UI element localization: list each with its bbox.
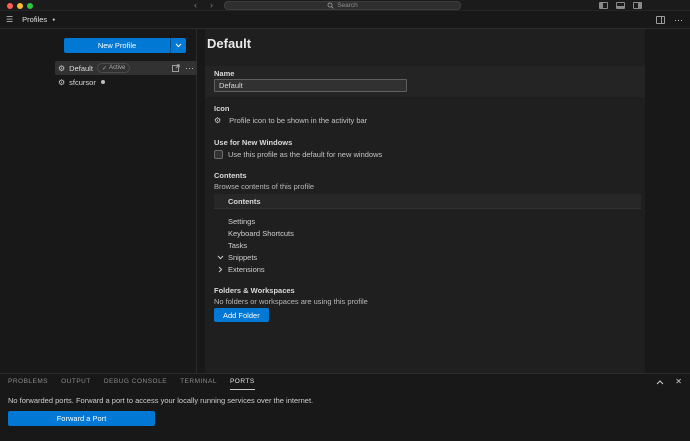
ports-empty-message: No forwarded ports. Forward a port to ac… <box>8 396 314 405</box>
tab-problems[interactable]: PROBLEMS <box>8 374 48 390</box>
gear-icon: ⚙ <box>58 77 66 87</box>
forward-port-button[interactable]: Forward a Port <box>8 411 155 426</box>
tree-row-snippets[interactable]: Snippets <box>214 251 641 263</box>
contents-section-label: Contents <box>214 171 247 180</box>
gear-icon[interactable]: ⚙ <box>214 116 221 125</box>
titlebar: ‹ › Search <box>0 0 690 11</box>
tab-profiles[interactable]: Profiles <box>22 15 47 24</box>
new-profile-button[interactable]: New Profile <box>64 38 170 53</box>
editor-more-actions-icon[interactable]: ⋯ <box>674 15 683 24</box>
tab-ports[interactable]: PORTS <box>229 374 255 390</box>
folders-section-description: No folders or workspaces are using this … <box>214 297 368 306</box>
default-profile-checkbox-row: Use this profile as the default for new … <box>214 150 382 159</box>
name-section: Name <box>205 66 645 97</box>
panel-tabs: PROBLEMS OUTPUT DEBUG CONSOLE TERMINAL P… <box>8 374 255 390</box>
zoom-window-button[interactable] <box>27 2 33 9</box>
toggle-primary-sidebar-icon[interactable] <box>599 2 608 9</box>
toggle-secondary-sidebar-icon[interactable] <box>633 2 642 9</box>
contents-section-description: Browse contents of this profile <box>214 182 315 191</box>
new-profile-split-button: New Profile <box>64 38 186 53</box>
tab-debug-console[interactable]: DEBUG CONSOLE <box>104 374 167 390</box>
search-placeholder: Search <box>337 2 358 9</box>
panel-actions: ✕ <box>656 377 682 387</box>
vscode-profiles-window: ‹ › Search ☰ Profiles ● ⋯ New Profile ⚙ … <box>0 0 690 441</box>
contents-header-label: Contents <box>228 196 261 206</box>
profile-name-input[interactable] <box>214 79 407 92</box>
new-windows-section-label: Use for New Windows <box>214 138 293 147</box>
profile-name: sfcursor <box>69 77 96 87</box>
profile-dot-indicator <box>100 80 105 84</box>
tab-terminal[interactable]: TERMINAL <box>180 374 217 390</box>
history-back-icon[interactable]: ‹ <box>194 0 197 11</box>
chevron-down-icon <box>217 255 223 259</box>
profile-title: Default <box>207 36 252 51</box>
bottom-panel: PROBLEMS OUTPUT DEBUG CONSOLE TERMINAL P… <box>0 373 690 441</box>
icon-section-label: Icon <box>214 104 230 113</box>
icon-section-description: Profile icon to be shown in the activity… <box>229 116 368 125</box>
tab-dirty-indicator: ● <box>52 16 56 23</box>
profile-details-column: Default Name Icon ⚙ Profile icon to be s… <box>205 29 645 373</box>
tree-row-keyboard-shortcuts[interactable]: Keyboard Shortcuts <box>214 227 641 239</box>
folders-section-label: Folders & Workspaces <box>214 286 295 295</box>
active-badge-label: Active <box>108 65 126 71</box>
contents-tree: Settings Keyboard Shortcuts Tasks Snippe… <box>214 215 641 275</box>
tab-output[interactable]: OUTPUT <box>61 374 91 390</box>
profiles-sidebar: New Profile ⚙ Default ✓ Active ⋯ ⚙ sfcur… <box>0 29 197 373</box>
profile-details-editor: Default Name Icon ⚙ Profile icon to be s… <box>198 29 690 373</box>
chevron-right-icon <box>218 266 222 272</box>
window-controls <box>7 2 33 9</box>
profile-more-actions-icon[interactable]: ⋯ <box>185 64 194 73</box>
search-icon <box>327 2 334 9</box>
contents-table-header: Contents <box>214 194 641 209</box>
icon-picker-row[interactable]: ⚙ Profile icon to be shown in the activi… <box>214 116 367 125</box>
name-section-label: Name <box>214 69 235 78</box>
profile-row-actions: ⋯ <box>172 64 194 73</box>
editor-tabbar: ☰ Profiles ● ⋯ <box>0 11 690 29</box>
active-badge: ✓ Active <box>96 63 131 73</box>
default-profile-checkbox-label: Use this profile as the default for new … <box>228 150 383 159</box>
profile-row-default[interactable]: ⚙ Default ✓ Active ⋯ <box>55 61 197 75</box>
toggle-panel-icon[interactable] <box>616 2 625 9</box>
new-profile-dropdown-button[interactable] <box>170 38 186 53</box>
add-folder-button[interactable]: Add Folder <box>214 308 269 322</box>
history-forward-icon[interactable]: › <box>210 0 213 11</box>
chevron-down-icon <box>175 43 182 48</box>
close-window-button[interactable] <box>7 2 13 9</box>
default-profile-checkbox[interactable] <box>214 150 223 159</box>
gear-icon: ⚙ <box>58 63 66 73</box>
close-panel-icon[interactable]: ✕ <box>675 377 682 387</box>
profile-row-sfcursor[interactable]: ⚙ sfcursor <box>55 75 197 89</box>
open-new-window-icon[interactable] <box>172 64 180 72</box>
layout-controls <box>599 2 642 9</box>
split-editor-icon[interactable] <box>656 15 665 24</box>
check-icon: ✓ <box>101 65 107 72</box>
minimize-window-button[interactable] <box>17 2 23 9</box>
chevron-up-icon[interactable] <box>656 379 664 385</box>
editor-actions: ⋯ <box>656 15 683 24</box>
tree-row-settings[interactable]: Settings <box>214 215 641 227</box>
command-center-search[interactable]: Search <box>224 1 461 10</box>
profile-name: Default <box>69 63 93 73</box>
tree-row-extensions[interactable]: Extensions <box>214 263 641 275</box>
tree-row-tasks[interactable]: Tasks <box>214 239 641 251</box>
menu-icon[interactable]: ☰ <box>6 15 13 24</box>
